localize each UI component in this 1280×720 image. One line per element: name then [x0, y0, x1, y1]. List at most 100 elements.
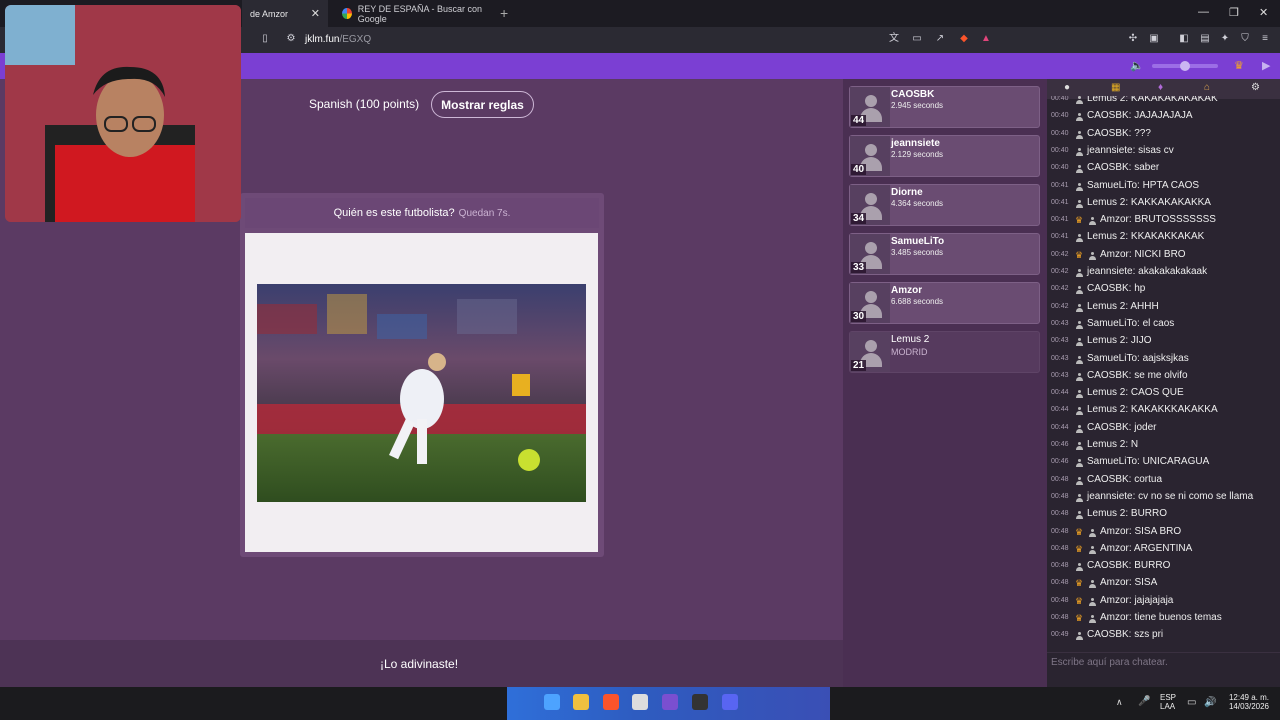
- wallet-icon[interactable]: ▤: [1199, 33, 1211, 45]
- chat-timestamp: 00:41: [1051, 198, 1069, 206]
- chat-text: CAOSBK: joder: [1087, 421, 1157, 433]
- clock[interactable]: 12:49 a. m. 14/03/2026: [1225, 693, 1269, 711]
- player-points: 33: [851, 262, 867, 273]
- chat-timestamp: 00:48: [1051, 562, 1069, 570]
- extensions-icon[interactable]: ✣: [1127, 33, 1139, 45]
- chat-message: 00:48 ♛ Amzor: ARGENTINA: [1050, 542, 1275, 559]
- user-icon: [1076, 113, 1083, 122]
- chat-bubble-icon[interactable]: ●: [1064, 82, 1070, 93]
- chat-text: SamueLiTo: UNICARAGUA: [1087, 456, 1210, 468]
- player-card: 40 jeannsiete 2.129 seconds: [849, 135, 1040, 177]
- player-points: 40: [851, 164, 867, 175]
- chat-message: 00:40 CAOSBK: JAJAJAJAJA: [1050, 109, 1275, 126]
- chat-message: 00:44 Lemus 2: CAOS QUE: [1050, 386, 1275, 403]
- windows-start-icon[interactable]: [544, 694, 560, 710]
- user-icon: [1076, 459, 1083, 468]
- chat-text: CAOSBK: JAJAJAJAJA: [1087, 110, 1193, 122]
- chat-timestamp: 00:43: [1051, 371, 1069, 379]
- chat-message: 00:43 CAOSBK: se me olvifo: [1050, 369, 1275, 386]
- chat-text: Lemus 2: KAKAKAKAKAKAK: [1087, 96, 1218, 104]
- chat-text: Amzor: ARGENTINA: [1100, 542, 1193, 554]
- brave-rewards-icon[interactable]: ▲: [980, 33, 992, 45]
- chat-timestamp: 00:40: [1051, 96, 1069, 102]
- chat-text: Lemus 2: JIJO: [1087, 335, 1152, 347]
- microphone-icon[interactable]: 🎤: [1138, 696, 1150, 707]
- chat-timestamp: 00:48: [1051, 579, 1069, 587]
- chat-timestamp: 00:40: [1051, 129, 1069, 137]
- clock-date: 14/03/2026: [1228, 702, 1269, 711]
- restore-icon[interactable]: ❐: [1229, 6, 1239, 19]
- volume-slider-knob[interactable]: [1180, 61, 1190, 71]
- user-icon: [1076, 199, 1083, 208]
- chat-text: SamueLiTo: aajsksjkas: [1087, 352, 1189, 364]
- player-name: SamueLiTo: [891, 236, 945, 247]
- user-icon: [1076, 338, 1083, 347]
- tab-google-search[interactable]: REY DE ESPAÑA - Buscar con Google: [334, 0, 504, 27]
- collapse-panel-icon[interactable]: ▶: [1262, 59, 1270, 72]
- bookmark-icon[interactable]: ▯: [259, 33, 271, 45]
- store-icon[interactable]: [632, 694, 648, 710]
- leo-ai-icon[interactable]: ✦: [1219, 33, 1231, 45]
- chat-timestamp: 00:43: [1051, 354, 1069, 362]
- chat-timestamp: 00:46: [1051, 458, 1069, 466]
- chat-timestamp: 00:48: [1051, 596, 1069, 604]
- user-icon: [1076, 563, 1083, 572]
- shop-icon[interactable]: ⌂: [1204, 82, 1210, 93]
- chat-timestamp: 00:40: [1051, 112, 1069, 120]
- user-icon: [1089, 580, 1096, 589]
- chat-message: 00:41 ♛ Amzor: BRUTOSSSSSSS: [1050, 213, 1275, 230]
- tray-chevron-icon[interactable]: ∧: [1116, 697, 1123, 708]
- chat-timestamp: 00:48: [1051, 510, 1069, 518]
- chat-messages[interactable]: 00:40 Lemus 2: KAKAKAKAKAKAK 00:40 CAOSBK: …: [1050, 96, 1275, 648]
- file-explorer-icon[interactable]: [573, 694, 589, 710]
- show-rules-button[interactable]: Mostrar reglas: [431, 91, 534, 118]
- vpn-icon[interactable]: ⛉: [1239, 33, 1251, 45]
- sidebar-icon[interactable]: ◧: [1178, 33, 1190, 45]
- cast-icon[interactable]: ▭: [911, 33, 923, 45]
- player-card: 34 Diorne 4.364 seconds: [849, 184, 1040, 226]
- chat-timestamp: 00:43: [1051, 337, 1069, 345]
- chat-text: Lemus 2: KAKKAKAKAKKA: [1087, 196, 1211, 208]
- share-icon[interactable]: ↗: [934, 33, 946, 45]
- chat-timestamp: 00:41: [1051, 181, 1069, 189]
- menu-icon[interactable]: ≡: [1259, 33, 1271, 45]
- player-card-self: 21 Lemus 2 MODRID: [849, 331, 1040, 373]
- chat-timestamp: 00:42: [1051, 285, 1069, 293]
- chat-text: Lemus 2: BURRO: [1087, 508, 1168, 520]
- minimize-icon[interactable]: —: [1198, 6, 1209, 18]
- chat-message: 00:44 CAOSBK: joder: [1050, 421, 1275, 438]
- chat-input[interactable]: Escribe aquí para chatear.: [1047, 652, 1280, 676]
- translate-icon[interactable]: 文: [888, 33, 900, 45]
- chat-text: jeannsiete: cv no se ni como se llama: [1087, 490, 1254, 502]
- screenshot-icon[interactable]: ▣: [1148, 33, 1160, 45]
- user-icon: [1089, 545, 1096, 554]
- network-icon[interactable]: ▭: [1187, 697, 1196, 708]
- close-tab-icon[interactable]: ✕: [311, 7, 320, 20]
- tab-amzor[interactable]: de Amzor ✕: [242, 0, 328, 27]
- rooms-icon[interactable]: ♦: [1158, 82, 1163, 93]
- chat-text: CAOSBK: szs pri: [1087, 629, 1164, 641]
- discord-icon[interactable]: [722, 694, 738, 710]
- close-window-icon[interactable]: ✕: [1259, 6, 1268, 19]
- chat-text: CAOSBK: saber: [1087, 162, 1160, 174]
- user-icon: [1076, 320, 1083, 329]
- chat-message: 00:41 Lemus 2: KKAKAKKAKAK: [1050, 230, 1275, 247]
- brave-browser-icon[interactable]: [603, 694, 619, 710]
- volume-icon[interactable]: 🔈: [1130, 59, 1144, 72]
- steam-icon[interactable]: [692, 694, 708, 710]
- game-mode-label: Spanish (100 points): [309, 97, 420, 111]
- brave-shields-icon[interactable]: ◆: [958, 33, 970, 45]
- chat-text: Amzor: BRUTOSSSSSSS: [1100, 214, 1216, 226]
- settings-gear-icon[interactable]: ⚙: [1251, 82, 1260, 93]
- chat-text: CAOSBK: cortua: [1087, 473, 1163, 485]
- leaderboard-icon[interactable]: ▦: [1111, 82, 1120, 93]
- app-icon[interactable]: [662, 694, 678, 710]
- crown-icon[interactable]: ♛: [1234, 59, 1244, 72]
- chat-text: Lemus 2: KKAKAKKAKAK: [1087, 231, 1205, 243]
- url-field[interactable]: jklm.fun/EGXQ: [305, 34, 371, 45]
- speaker-icon[interactable]: 🔊: [1204, 697, 1216, 708]
- new-tab-icon[interactable]: +: [500, 5, 508, 21]
- chat-timestamp: 00:46: [1051, 441, 1069, 448]
- crown-icon: ♛: [1075, 526, 1084, 537]
- site-settings-icon[interactable]: ⚙: [285, 33, 297, 45]
